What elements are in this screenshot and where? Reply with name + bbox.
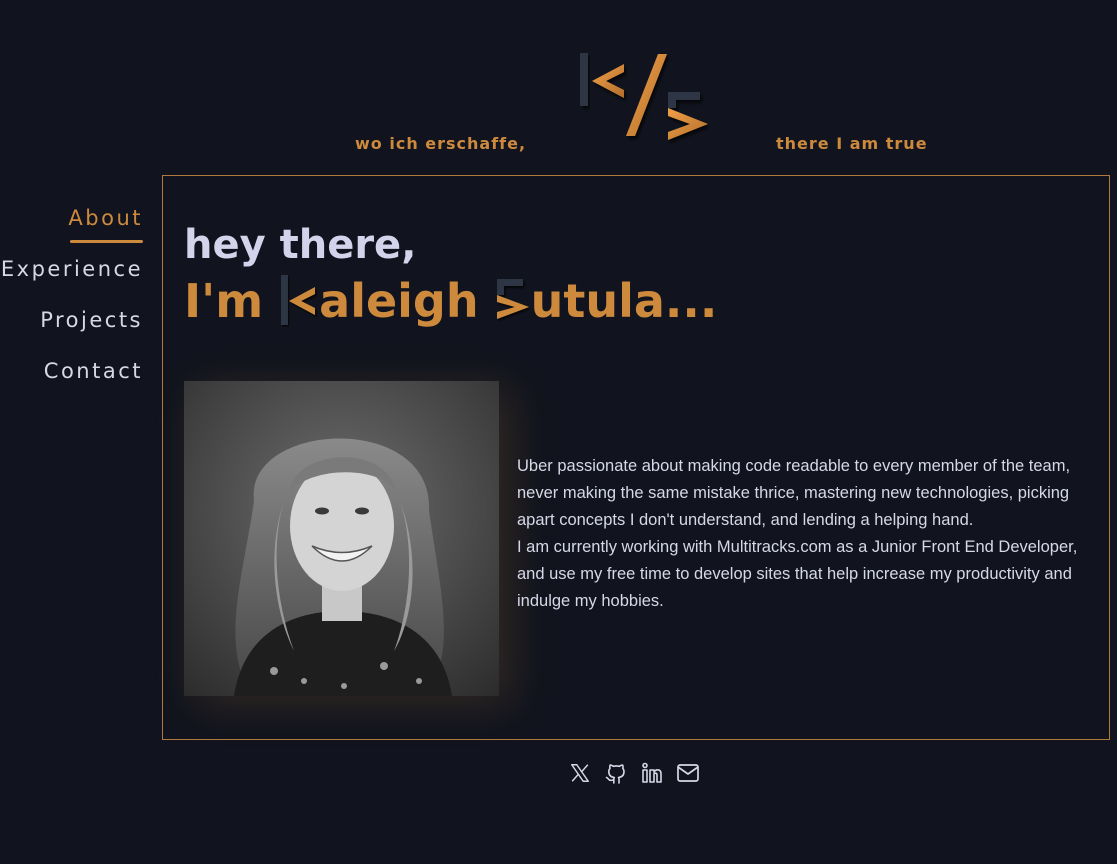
side-nav: About Experience Projects Contact (0, 200, 143, 404)
tagline-left: wo ich erschaffe, (355, 134, 527, 153)
nav-item-contact[interactable]: Contact (0, 353, 143, 404)
x-icon[interactable] (568, 760, 592, 786)
name-middle: aleigh (319, 274, 495, 328)
nav-item-about[interactable]: About (0, 200, 143, 251)
mail-icon[interactable] (676, 760, 700, 786)
greeting-heading: hey there, (184, 222, 417, 268)
bio-paragraph-1: Uber passionate about making code readab… (517, 457, 1071, 529)
name-prefix: I'm (184, 274, 280, 328)
logo-icon[interactable] (572, 48, 720, 152)
social-links (568, 760, 700, 786)
profile-photo (184, 381, 499, 696)
nav-item-experience[interactable]: Experience (0, 251, 143, 302)
s-glyph-icon (496, 279, 529, 319)
linkedin-icon[interactable] (640, 760, 664, 786)
about-bio: Uber passionate about making code readab… (517, 453, 1102, 615)
name-heading: I'm aleigh utula... (184, 274, 717, 328)
github-icon[interactable] (604, 760, 628, 786)
nav-item-projects[interactable]: Projects (0, 302, 143, 353)
name-suffix: utula... (530, 274, 718, 328)
k-glyph-icon (281, 275, 316, 325)
bio-paragraph-2: I am currently working with Multitracks.… (517, 538, 1078, 610)
tagline-right: there I am true (776, 134, 928, 153)
